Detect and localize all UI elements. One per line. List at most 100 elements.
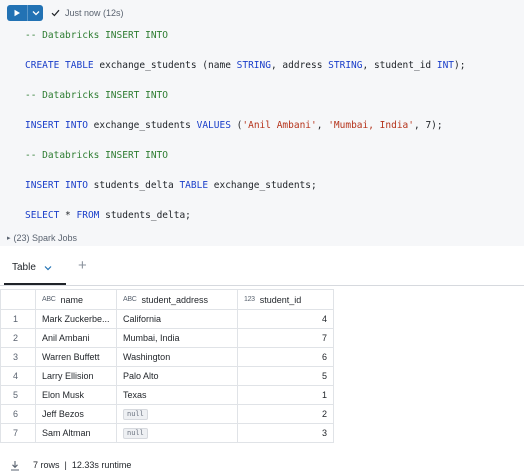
code-token: -- Databricks INSERT INTO (25, 30, 168, 41)
row-number: 1 (0, 309, 36, 329)
code-token: STRING (328, 60, 363, 71)
code-token: students_delta (87, 180, 180, 191)
spark-jobs-toggle[interactable]: ▸ (23) Spark Jobs (0, 230, 524, 246)
cell-student-id[interactable]: 7 (237, 328, 334, 348)
cell-name[interactable]: Jeff Bezos (35, 404, 117, 424)
row-number: 7 (0, 423, 36, 443)
code-line: -- Databricks INSERT INTO (25, 30, 168, 41)
code-token: INSERT INTO (25, 120, 88, 131)
check-icon (51, 9, 60, 17)
caret-right-icon: ▸ (7, 235, 11, 242)
cell-student-id[interactable]: 4 (237, 309, 334, 329)
code-token: , (413, 120, 426, 131)
cell-student-address[interactable]: Palo Alto (116, 366, 238, 386)
code-token: VALUES (196, 120, 231, 131)
cell-student-address[interactable]: Washington (116, 347, 238, 367)
spark-jobs-label: (23) Spark Jobs (13, 233, 78, 243)
code-line: CREATE TABLE exchange_students (name STR… (25, 60, 465, 71)
cell-student-address[interactable]: null (116, 423, 238, 443)
row-number: 3 (0, 347, 36, 367)
add-tab-icon[interactable]: + (78, 258, 87, 274)
code-token: TABLE (179, 180, 209, 191)
table-row[interactable]: 1 Mark Zuckerbe... California 4 (0, 309, 334, 329)
code-token: * (59, 210, 77, 221)
code-token: -- Databricks INSERT INTO (25, 150, 168, 161)
tab-table-label: Table (12, 262, 36, 273)
download-icon[interactable] (10, 460, 20, 471)
column-header-label: student_address (141, 294, 209, 305)
column-header-name[interactable]: ABC name (35, 289, 117, 310)
column-header-label: name (60, 294, 84, 305)
cell-name[interactable]: Sam Altman (35, 423, 117, 443)
code-token: ); (454, 60, 466, 71)
table-row[interactable]: 6 Jeff Bezos null 2 (0, 404, 334, 424)
cell-student-id[interactable]: 5 (237, 366, 334, 386)
code-token: 'Anil Ambani' (242, 120, 317, 131)
cell-student-address[interactable]: Texas (116, 385, 238, 405)
runtime: 12.33s runtime (71, 460, 132, 470)
run-cell-button[interactable] (7, 5, 27, 21)
row-number: 5 (0, 385, 36, 405)
cell-name[interactable]: Warren Buffett (35, 347, 117, 367)
cell-student-id[interactable]: 6 (237, 347, 334, 367)
string-type-icon: ABC (42, 296, 56, 303)
code-token: STRING (236, 60, 271, 71)
results-footer: 7 rows | 12.33s runtime (10, 458, 131, 472)
cell-toolbar: Just now (12s) (7, 5, 124, 21)
column-header-student-address[interactable]: ABC student_address (116, 289, 238, 310)
row-number: 6 (0, 404, 36, 424)
table-row[interactable]: 5 Elon Musk Texas 1 (0, 385, 334, 405)
row-number-header (0, 289, 36, 310)
row-number: 4 (0, 366, 36, 386)
cell-name[interactable]: Mark Zuckerbe... (35, 309, 117, 329)
cell-student-id[interactable]: 2 (237, 404, 334, 424)
column-header-student-id[interactable]: 123 student_id (237, 289, 334, 310)
play-icon (14, 9, 20, 17)
row-count: 7 rows (33, 460, 60, 470)
code-token: 'Mumbai, India' (328, 120, 414, 131)
results-table: ABC name ABC student_address 123 student… (0, 289, 334, 443)
cell-student-id[interactable]: 3 (237, 423, 334, 443)
code-token: exchange_students (name (93, 60, 237, 71)
run-options-dropdown[interactable] (27, 5, 43, 21)
code-line: SELECT * FROM students_delta; (25, 210, 191, 221)
cell-student-address[interactable]: California (116, 309, 238, 329)
chevron-down-icon[interactable] (44, 265, 52, 271)
tab-table[interactable]: Table (12, 262, 52, 273)
code-cell[interactable]: Just now (12s) -- Databricks INSERT INTO… (0, 0, 524, 230)
code-token: ( (230, 120, 243, 131)
cell-student-address[interactable]: Mumbai, India (116, 328, 238, 348)
table-row[interactable]: 4 Larry Ellision Palo Alto 5 (0, 366, 334, 386)
chevron-down-icon (32, 11, 39, 16)
cell-name[interactable]: Elon Musk (35, 385, 117, 405)
active-tab-indicator (4, 283, 66, 285)
table-row[interactable]: 7 Sam Altman null 3 (0, 423, 334, 443)
integer-type-icon: 123 (244, 296, 255, 303)
column-header-label: student_id (259, 294, 302, 305)
run-status: Just now (12s) (51, 8, 124, 18)
code-token: , address (270, 60, 329, 71)
cell-student-address[interactable]: null (116, 404, 238, 424)
code-token: exchange_students; (208, 180, 317, 191)
cell-name[interactable]: Larry Ellision (35, 366, 117, 386)
code-token: SELECT (25, 210, 60, 221)
code-token: , (316, 120, 329, 131)
code-token: exchange_students (87, 120, 197, 131)
cell-student-id[interactable]: 1 (237, 385, 334, 405)
code-line: -- Databricks INSERT INTO (25, 150, 168, 161)
code-token: CREATE TABLE (25, 60, 94, 71)
code-token: INT (436, 60, 455, 71)
null-badge: null (123, 409, 148, 420)
footer-separator: | (64, 460, 67, 470)
code-token: , student_id (362, 60, 437, 71)
code-token: -- Databricks INSERT INTO (25, 90, 168, 101)
string-type-icon: ABC (123, 296, 137, 303)
table-row[interactable]: 2 Anil Ambani Mumbai, India 7 (0, 328, 334, 348)
results-tabs: Table + (0, 250, 524, 286)
run-status-text: Just now (12s) (65, 8, 124, 18)
null-badge: null (123, 428, 148, 439)
cell-name[interactable]: Anil Ambani (35, 328, 117, 348)
table-row[interactable]: 3 Warren Buffett Washington 6 (0, 347, 334, 367)
code-line: INSERT INTO students_delta TABLE exchang… (25, 180, 317, 191)
code-token: students_delta; (99, 210, 191, 221)
